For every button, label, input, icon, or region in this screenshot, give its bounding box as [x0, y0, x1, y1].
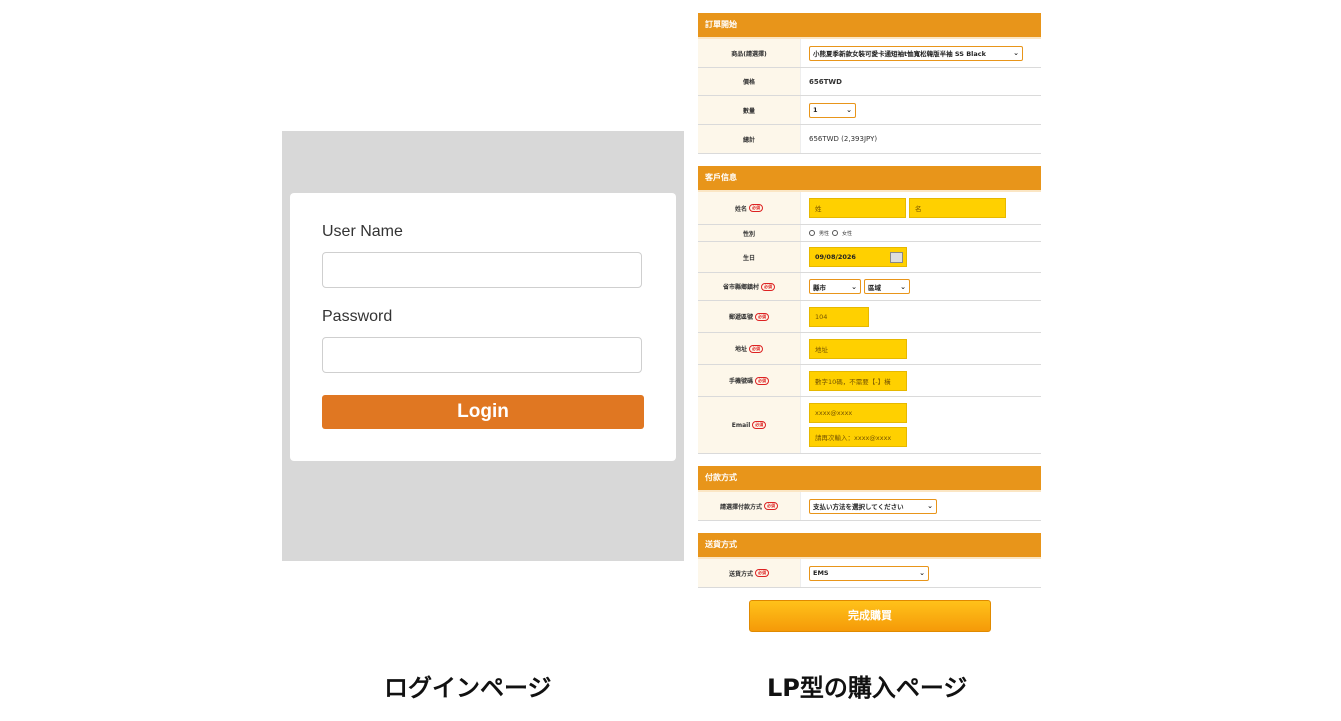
login-button[interactable]: Login: [322, 395, 644, 429]
chevron-down-icon: ⌄: [919, 569, 925, 577]
shipping-section-header: 送貨方式: [698, 533, 1041, 559]
first-name-input[interactable]: 名: [909, 198, 1006, 218]
address-row: 地址 必須 地址: [698, 333, 1041, 365]
required-badge: 必須: [752, 421, 767, 429]
gender-male-radio[interactable]: [809, 230, 815, 236]
customer-section-header: 客戶信息: [698, 166, 1041, 192]
complete-purchase-button[interactable]: 完成購買: [749, 600, 991, 632]
lp-page-caption: LP型の購入ページ: [767, 674, 968, 702]
required-badge: 必須: [755, 376, 769, 385]
gender-female-radio[interactable]: [832, 230, 839, 236]
phone-input[interactable]: 數字10碼，不需要【-】橫: [809, 370, 907, 391]
birthday-row: 生日 09/08/2026: [698, 242, 1041, 273]
name-label: 姓名: [734, 205, 747, 213]
price-value: 656TWD: [809, 77, 842, 86]
gender-male-label: 男性: [819, 230, 830, 237]
postal-row: 郵遞區號 必須 104: [698, 301, 1041, 333]
shipping-method-select[interactable]: EMS ⌄: [809, 565, 929, 581]
chevron-down-icon: ⌄: [1013, 49, 1019, 57]
price-label: 價格: [698, 68, 801, 95]
shipping-method-label: 送貨方式: [728, 570, 753, 578]
email-input[interactable]: xxxx@xxxx: [809, 403, 907, 423]
chevron-down-icon: ⌄: [900, 282, 906, 291]
required-badge: 必須: [755, 312, 769, 321]
total-row: 總計 656TWD (2,393JPY): [698, 125, 1041, 154]
login-page-background: User Name Password Login: [282, 131, 684, 561]
login-page-caption: ログインページ: [384, 674, 552, 702]
district-select[interactable]: 區域 ⌄: [864, 279, 910, 294]
product-row: 商品(請選擇) 小熊夏季新款女裝可愛卡通短袖t恤寬松韓版半袖 SS Black …: [698, 39, 1041, 68]
quantity-label: 數量: [698, 96, 801, 124]
order-section-header: 訂單開始: [698, 13, 1041, 39]
birthday-label: 生日: [698, 242, 801, 272]
gender-female-label: 女性: [842, 230, 853, 237]
product-label: 商品(請選擇): [698, 39, 801, 67]
required-badge: 必須: [749, 204, 763, 212]
price-row: 價格 656TWD: [698, 68, 1041, 96]
postal-label: 郵遞區號: [728, 314, 753, 321]
password-input[interactable]: [322, 337, 642, 373]
phone-row: 手機號碼 必須 數字10碼，不需要【-】橫: [698, 365, 1041, 397]
required-badge: 必須: [761, 282, 775, 291]
payment-method-label: 請選擇付款方式: [719, 503, 762, 511]
name-row: 姓名 必須 姓 名: [698, 192, 1041, 225]
address-label: 地址: [734, 346, 747, 353]
username-label: User Name: [322, 223, 403, 240]
calendar-icon[interactable]: [890, 251, 903, 263]
email-confirm-input[interactable]: 請再次輸入：xxxx@xxxx: [809, 427, 907, 447]
email-label: Email: [731, 421, 751, 429]
region-row: 省市縣鄉鎮村 必須 縣市 ⌄ 區域 ⌄: [698, 273, 1041, 301]
postal-code-input[interactable]: 104: [809, 306, 869, 327]
login-card: User Name Password Login: [290, 193, 676, 461]
chevron-down-icon: ⌄: [927, 502, 933, 510]
quantity-select[interactable]: 1 ⌄: [809, 102, 856, 118]
username-input[interactable]: [322, 252, 642, 288]
phone-label: 手機號碼: [728, 378, 753, 385]
birthday-input[interactable]: 09/08/2026: [809, 247, 907, 267]
product-select[interactable]: 小熊夏季新款女裝可愛卡通短袖t恤寬松韓版半袖 SS Black ⌄: [809, 45, 1023, 61]
password-label: Password: [322, 308, 393, 325]
payment-section-header: 付款方式: [698, 466, 1041, 492]
city-select[interactable]: 縣市 ⌄: [809, 279, 861, 294]
chevron-down-icon: ⌄: [851, 282, 857, 291]
payment-method-select[interactable]: 支払い方法を選択してください ⌄: [809, 498, 937, 514]
chevron-down-icon: ⌄: [846, 106, 852, 114]
payment-method-row: 請選擇付款方式 必須 支払い方法を選択してください ⌄: [698, 492, 1041, 521]
shipping-method-row: 送貨方式 必須 EMS ⌄: [698, 559, 1041, 588]
gender-row: 性別 男性 女性: [698, 225, 1041, 242]
required-badge: 必須: [755, 569, 769, 577]
required-badge: 必須: [749, 344, 763, 353]
quantity-row: 數量 1 ⌄: [698, 96, 1041, 125]
email-row: Email 必須 xxxx@xxxx 請再次輸入：xxxx@xxxx: [698, 397, 1041, 454]
region-label: 省市縣鄉鎮村: [722, 284, 759, 291]
lp-purchase-form: 訂單開始 商品(請選擇) 小熊夏季新款女裝可愛卡通短袖t恤寬松韓版半袖 SS B…: [698, 13, 1041, 638]
address-input[interactable]: 地址: [809, 338, 907, 359]
required-badge: 必須: [764, 502, 778, 510]
total-value: 656TWD (2,393JPY): [809, 135, 878, 143]
gender-label: 性別: [698, 225, 801, 241]
total-label: 總計: [698, 125, 801, 153]
last-name-input[interactable]: 姓: [809, 198, 906, 218]
